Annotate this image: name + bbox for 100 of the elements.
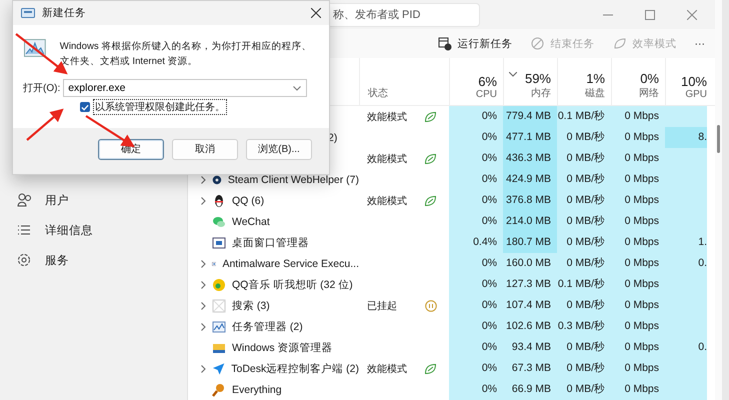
command-combo-box[interactable]: explorer.exe [63,79,308,97]
process-name: 桌面窗口管理器 [232,236,309,250]
table-cell: 0% [449,274,503,295]
table-cell: 0% [449,337,503,358]
table-cell: 0 Mbps [611,295,665,316]
dialog-button[interactable]: 取消 [172,138,238,160]
table-cell: 0% [449,106,503,127]
process-name: Windows 资源管理器 [232,340,333,354]
table-cell: 0 MB/秒 [557,232,611,253]
scrollbar-thumb[interactable] [717,125,720,153]
table-cell: 0 MB/秒 [557,379,611,400]
table-cell: 0% [449,127,503,148]
table-cell: 0 Mbps [611,232,665,253]
chart-icon [212,320,226,334]
table-cell: 0% [449,358,503,379]
table-cell: 67.3 MB [503,358,557,379]
paper-plane-icon [212,362,226,376]
table-cell: 107.4 MB [503,295,557,316]
table-cell: 0 MB/秒 [557,337,611,358]
table-cell: 0 MB/秒 [557,190,611,211]
close-icon[interactable] [311,8,321,18]
table-cell: 0 Mbps [611,316,665,337]
table-cell: 0% [449,211,503,232]
window-icon [212,236,226,250]
nav-item[interactable]: 详细信息 [0,220,187,240]
table-cell: 436.3 MB [503,148,557,169]
users-icon [17,193,31,207]
table-cell: 0% [449,253,503,274]
process-name: Antimalware Service Execu... [222,258,359,270]
table-cell: 0 Mbps [611,127,665,148]
sort-caret-icon [508,72,517,77]
process-name: Everything [232,384,282,396]
table-cell: 0 Mbps [611,211,665,232]
table-cell: 0 Mbps [611,337,665,358]
table-cell: 0. [665,337,707,358]
status-text: 效能模式 [367,362,407,376]
table-cell: 0. [665,253,707,274]
table-cell: 0 Mbps [611,169,665,190]
table-cell: 0.1 MB/秒 [557,106,611,127]
status-text: 效能模式 [367,194,407,208]
pause-icon [425,300,437,312]
table-cell: 66.9 MB [503,379,557,400]
blocked-icon [530,36,544,50]
chat-icon [212,214,226,228]
column-percent: 59% [524,71,551,86]
table-cell: 127.3 MB [503,274,557,295]
column-header[interactable]: 内存 [531,86,551,100]
toolbar-button[interactable]: 运行新任务 [432,34,518,54]
table-cell: 160.0 MB [503,253,557,274]
table-cell: 0 MB/秒 [557,148,611,169]
blank-icon [212,298,226,312]
checkmark-icon [81,104,89,110]
expand-chevron-icon [201,280,206,288]
process-name: WeChat [232,216,270,228]
column-percent: 6% [478,74,497,89]
table-cell: 0% [449,316,503,337]
column-header[interactable]: 磁盘 [585,86,605,100]
table-cell: 779.4 MB [503,106,557,127]
table-cell: 1. [665,232,707,253]
column-header[interactable]: 网络 [639,86,659,100]
table-cell: 0% [449,379,503,400]
table-cell: 93.4 MB [503,337,557,358]
column-header[interactable]: CPU [476,89,497,100]
leaf-icon [424,194,437,206]
more-button[interactable]: ··· [688,34,711,52]
table-cell: 0% [449,190,503,211]
column-percent: 1% [586,71,605,86]
table-cell: 0 Mbps [611,274,665,295]
table-cell: 376.8 MB [503,190,557,211]
checkbox[interactable] [80,102,90,112]
column-header[interactable]: GPU [685,89,707,100]
process-name: ToDesk远程控制客户端 (2) [231,362,359,376]
dialog-button[interactable]: 浏览(B)... [246,138,312,160]
expand-chevron-icon [201,176,206,184]
table-cell: 0.1 MB/秒 [557,274,611,295]
process-name: QQ音乐 听我想听 (32 位) [232,278,353,292]
nav-item[interactable]: 用户 [0,190,187,210]
table-cell: 0 MB/秒 [557,169,611,190]
nav-item[interactable]: 服务 [0,250,187,270]
checkbox-label[interactable]: 以系统管理权限创建此任务。 [93,99,227,115]
expand-chevron-icon [201,196,206,204]
table-cell: 214.0 MB [503,211,557,232]
process-name: Steam Client WebHelper (7) [228,174,359,186]
dialog-title: 新建任务 [42,6,86,20]
expand-chevron-icon [201,322,206,330]
column-header[interactable]: 状态 [368,86,449,100]
table-cell: 0.4% [449,232,503,253]
table-cell: 0 Mbps [611,190,665,211]
table-cell: 8. [665,127,707,148]
table-cell: 424.9 MB [503,169,557,190]
settings-icon [17,253,31,267]
leaf-icon [612,36,626,50]
table-cell: 0 MB/秒 [557,253,611,274]
dropdown-caret-icon [293,86,302,91]
table-cell: 0 Mbps [611,379,665,400]
table-cell: 477.1 MB [503,127,557,148]
status-text: 效能模式 [367,152,407,166]
table-cell: 0 Mbps [611,253,665,274]
maximize-icon[interactable] [645,10,655,20]
table-cell: 180.7 MB [503,232,557,253]
